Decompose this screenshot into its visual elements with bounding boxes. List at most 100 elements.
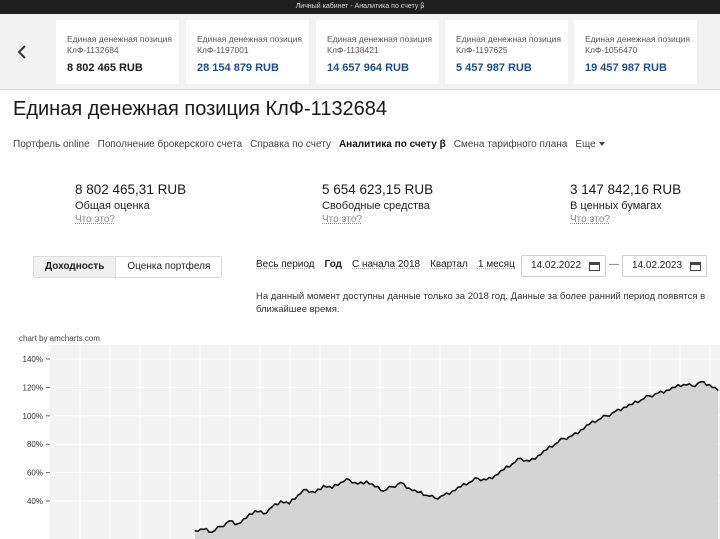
y-tick-label: 60% bbox=[27, 469, 43, 478]
period-selector: Весь период Год С начала 2018 Квартал 1 … bbox=[256, 259, 525, 270]
y-tick-label: 80% bbox=[27, 440, 43, 449]
data-point bbox=[263, 513, 265, 515]
y-tick-label: 120% bbox=[23, 383, 43, 392]
period-month[interactable]: 1 месяц bbox=[478, 259, 515, 270]
stat-help-link[interactable]: Что это? bbox=[570, 214, 681, 225]
y-tick-label: 140% bbox=[23, 355, 43, 364]
mode-tabs: Доходность Оценка портфеля bbox=[33, 256, 223, 278]
tab-yield[interactable]: Доходность bbox=[34, 257, 117, 277]
account-code: КлФ-1132684 bbox=[67, 45, 119, 55]
account-card-4[interactable]: Единая денежная позиция КлФ-1197625 5 45… bbox=[445, 20, 568, 84]
back-button[interactable] bbox=[12, 40, 32, 64]
nav-portfolio[interactable]: Портфель online bbox=[13, 139, 90, 153]
data-point bbox=[460, 486, 462, 488]
data-point bbox=[717, 389, 719, 391]
nav-deposit[interactable]: Пополнение брокерского счета bbox=[98, 139, 243, 153]
account-name: Единая денежная позиция bbox=[197, 34, 302, 44]
account-code: КлФ-1197001 bbox=[197, 45, 249, 55]
stat-label: В ценных бумагах bbox=[570, 200, 662, 212]
data-point bbox=[666, 389, 668, 391]
data-point bbox=[323, 484, 325, 486]
data-point bbox=[194, 530, 196, 532]
account-code: КлФ-1197625 bbox=[456, 45, 508, 55]
data-point bbox=[220, 526, 222, 528]
account-card-3[interactable]: Единая денежная позиция КлФ-1138421 14 6… bbox=[316, 20, 439, 84]
data-point bbox=[691, 385, 693, 387]
period-all[interactable]: Весь период bbox=[256, 259, 315, 270]
data-point bbox=[468, 481, 470, 484]
stat-label: Свободные средства bbox=[322, 200, 430, 212]
account-amount: 5 457 987 RUB bbox=[456, 62, 532, 74]
chart-credit-link[interactable]: chart by amcharts.com bbox=[19, 334, 100, 343]
data-point bbox=[683, 384, 685, 386]
nav-tariff[interactable]: Смена тарифного плана bbox=[454, 139, 568, 153]
account-amount: 19 457 987 RUB bbox=[585, 62, 667, 74]
page-title: Единая денежная позиция КлФ-1132684 bbox=[13, 98, 388, 120]
data-point bbox=[657, 392, 659, 394]
date-from-value: 14.02.2022 bbox=[531, 260, 582, 271]
stat-free-funds: 5 654 623,15 RUB Свободные средства Что … bbox=[322, 182, 433, 225]
stat-value: 5 654 623,15 RUB bbox=[322, 182, 434, 197]
data-point bbox=[580, 429, 582, 431]
account-amount: 28 154 879 RUB bbox=[197, 62, 279, 74]
date-to-value: 14.02.2023 bbox=[632, 260, 683, 271]
stat-total: 8 802 465,31 RUB Общая оценка Что это? bbox=[75, 182, 186, 225]
account-card-2[interactable]: Единая денежная позиция КлФ-1197001 28 1… bbox=[186, 20, 309, 84]
period-quarter[interactable]: Квартал bbox=[430, 259, 468, 270]
data-point bbox=[537, 455, 539, 457]
nav-analytics[interactable]: Аналитика по счету β bbox=[339, 139, 446, 153]
stat-securities: 3 147 842,16 RUB В ценных бумагах Что эт… bbox=[570, 182, 681, 225]
account-amount: 14 657 964 RUB bbox=[327, 62, 409, 74]
data-point bbox=[297, 494, 299, 496]
nav-more-label: Еще bbox=[575, 139, 596, 150]
account-name: Единая денежная позиция bbox=[327, 34, 432, 44]
data-point bbox=[520, 457, 522, 459]
nav-statement[interactable]: Справка по счету bbox=[250, 139, 331, 153]
account-card-1[interactable]: Единая денежная позиция КлФ-1132684 8 80… bbox=[56, 20, 179, 84]
stat-help-link[interactable]: Что это? bbox=[75, 214, 186, 225]
data-point bbox=[400, 481, 402, 484]
account-code: КлФ-1138421 bbox=[327, 45, 379, 55]
data-point bbox=[271, 506, 273, 508]
accounts-bar: Единая денежная позиция КлФ-1132684 8 80… bbox=[0, 14, 720, 90]
data-point bbox=[528, 460, 531, 462]
data-point bbox=[597, 419, 599, 421]
data-point bbox=[614, 410, 616, 413]
account-code: КлФ-1056470 bbox=[585, 45, 638, 55]
data-point bbox=[305, 489, 308, 491]
date-to-input[interactable]: 14.02.2023 bbox=[622, 255, 707, 277]
account-name: Единая денежная позиция bbox=[456, 34, 561, 44]
account-nav: Портфель online Пополнение брокерского с… bbox=[13, 139, 613, 153]
data-point bbox=[494, 474, 496, 476]
data-point bbox=[374, 486, 376, 488]
period-year[interactable]: Год bbox=[325, 259, 343, 270]
data-point bbox=[314, 491, 316, 494]
account-amount: 8 802 465 RUB bbox=[67, 62, 143, 74]
data-point bbox=[408, 487, 410, 489]
period-since-2018[interactable]: С начала 2018 bbox=[352, 259, 420, 270]
data-point bbox=[425, 494, 428, 496]
data-point bbox=[554, 443, 556, 445]
data-point bbox=[417, 491, 419, 494]
stat-value: 8 802 465,31 RUB bbox=[75, 182, 187, 197]
date-from-input[interactable]: 14.02.2022 bbox=[521, 255, 606, 277]
caret-down-icon bbox=[598, 142, 605, 146]
y-tick-label: 100% bbox=[23, 412, 43, 421]
account-card-5[interactable]: Единая денежная позиция КлФ-1056470 19 4… bbox=[574, 20, 697, 84]
account-name: Единая денежная позиция bbox=[67, 34, 172, 44]
calendar-icon[interactable] bbox=[589, 261, 600, 271]
data-point bbox=[451, 490, 453, 492]
tab-portfolio-valuation[interactable]: Оценка портфеля bbox=[116, 257, 222, 277]
data-point bbox=[348, 479, 350, 481]
stat-value: 3 147 842,16 RUB bbox=[570, 182, 682, 197]
data-point bbox=[245, 517, 247, 519]
data-availability-notice: На данный момент доступны данные только … bbox=[256, 291, 706, 315]
data-point bbox=[503, 469, 505, 471]
data-point bbox=[563, 437, 565, 440]
data-point bbox=[545, 449, 548, 451]
nav-more[interactable]: Еще bbox=[575, 139, 605, 153]
calendar-icon[interactable] bbox=[690, 261, 701, 271]
data-point bbox=[365, 480, 368, 482]
stat-help-link[interactable]: Что это? bbox=[322, 214, 433, 225]
account-name: Единая денежная позиция bbox=[585, 34, 690, 44]
